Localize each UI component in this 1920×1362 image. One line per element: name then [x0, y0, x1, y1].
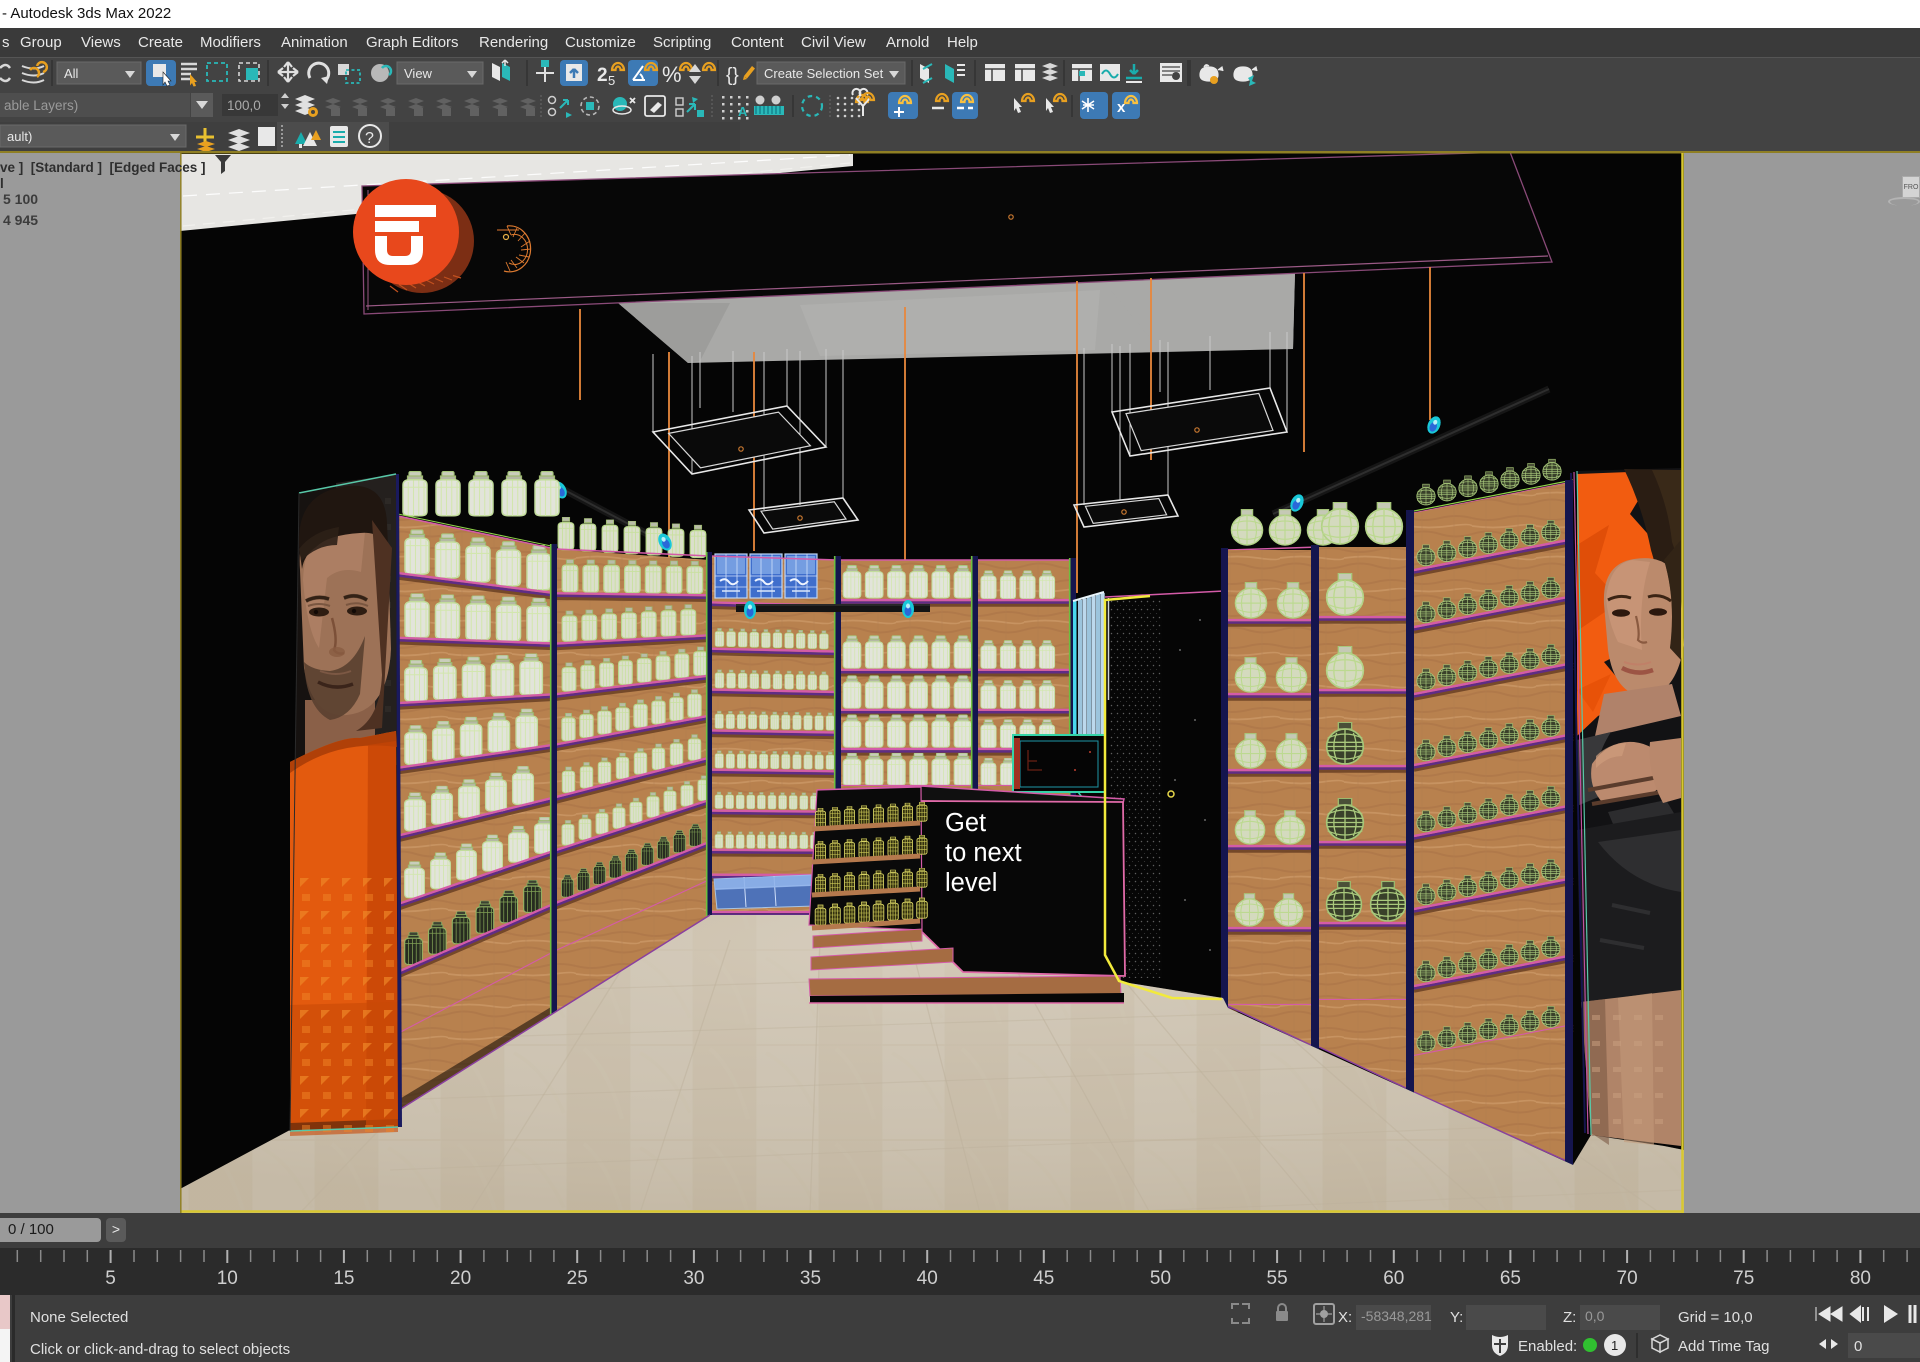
- svg-text:0: 0: [1854, 1338, 1862, 1355]
- svg-text:Add Time Tag: Add Time Tag: [1678, 1338, 1769, 1355]
- svg-text:10: 10: [217, 1268, 238, 1289]
- svg-text:View: View: [404, 66, 433, 81]
- svg-text:A: A: [738, 104, 748, 119]
- svg-text:2: 2: [597, 65, 608, 86]
- svg-text:40: 40: [917, 1268, 938, 1289]
- svg-text:75: 75: [1733, 1268, 1754, 1289]
- svg-text:30: 30: [683, 1268, 704, 1289]
- svg-text:60: 60: [1383, 1268, 1404, 1289]
- svg-text:15: 15: [333, 1268, 354, 1289]
- svg-text:20: 20: [450, 1268, 471, 1289]
- svg-text:Create Selection Set: Create Selection Set: [764, 66, 884, 81]
- svg-text:70: 70: [1617, 1268, 1638, 1289]
- svg-text:to next: to next: [945, 839, 1022, 867]
- svg-text:Get: Get: [945, 809, 986, 837]
- svg-text:Enabled:: Enabled:: [1518, 1338, 1577, 1355]
- svg-text:?: ?: [365, 130, 374, 147]
- svg-text:50: 50: [1150, 1268, 1171, 1289]
- svg-text:55: 55: [1267, 1268, 1288, 1289]
- svg-text:65: 65: [1500, 1268, 1521, 1289]
- svg-text:ault): ault): [7, 129, 32, 144]
- svg-text:35: 35: [800, 1268, 821, 1289]
- svg-text:25: 25: [567, 1268, 588, 1289]
- svg-text:1: 1: [1611, 1338, 1618, 1353]
- svg-text:100,0: 100,0: [227, 98, 261, 113]
- svg-text:%: %: [662, 62, 682, 87]
- svg-text:able Layers): able Layers): [4, 98, 78, 113]
- svg-text:5: 5: [105, 1268, 116, 1289]
- svg-text:All: All: [64, 66, 79, 81]
- svg-text:80: 80: [1850, 1268, 1871, 1289]
- svg-text:{}: {}: [726, 65, 739, 86]
- svg-text:5: 5: [608, 73, 615, 88]
- svg-text:45: 45: [1033, 1268, 1054, 1289]
- svg-text:level: level: [945, 869, 997, 897]
